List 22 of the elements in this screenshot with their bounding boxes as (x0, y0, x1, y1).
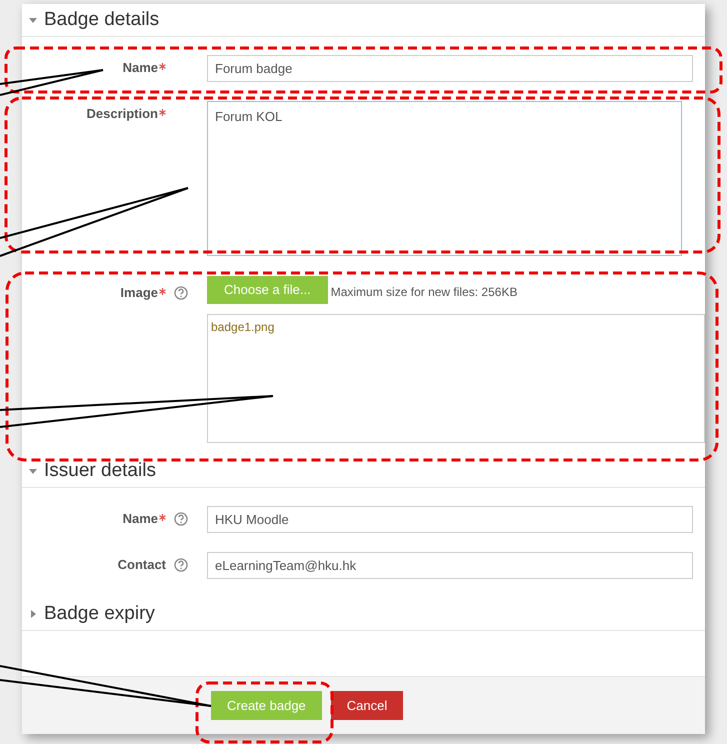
text-area[interactable]: Forum KOL (207, 101, 682, 256)
section-title[interactable]: Badge details (44, 6, 160, 34)
file-name[interactable]: badge1.png (211, 318, 274, 336)
text-field[interactable]: HKU Moodle (207, 506, 693, 533)
max-size-note: Maximum size for new files: 256KB (330, 284, 518, 301)
field-label: Name (122, 59, 158, 78)
expanded-caret-icon[interactable] (28, 15, 38, 25)
form-button[interactable]: Cancel (330, 691, 404, 720)
file-drop-area[interactable]: badge1.png (207, 314, 705, 443)
section-title[interactable]: Badge expiry (44, 600, 155, 628)
help-icon[interactable] (174, 558, 188, 572)
field-label: Contact (118, 556, 166, 574)
field-label: Image (120, 284, 158, 302)
help-icon[interactable] (174, 512, 188, 526)
field-label: Name (122, 510, 158, 528)
help-icon[interactable] (174, 286, 188, 300)
text-field[interactable]: Forum badge (207, 55, 693, 82)
collapsed-caret-icon[interactable] (28, 609, 38, 619)
section-title[interactable]: Issuer details (44, 456, 156, 486)
field-label: Description (86, 105, 158, 124)
expanded-caret-icon[interactable] (28, 466, 38, 476)
text-field[interactable]: eLearningTeam@hku.hk (207, 552, 693, 579)
